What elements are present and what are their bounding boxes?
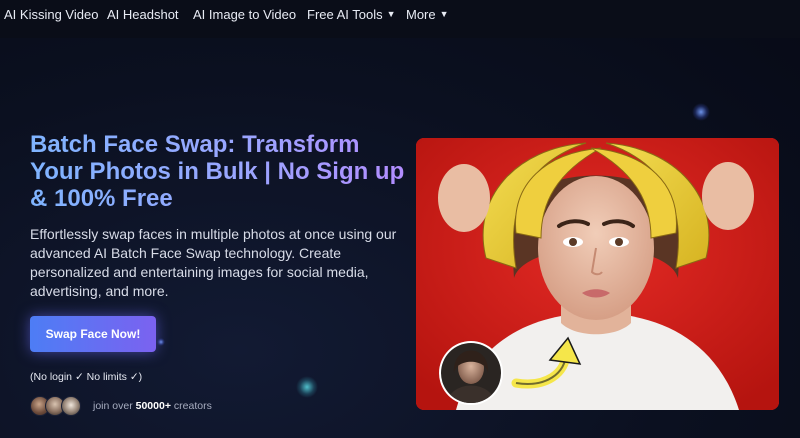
creator-avatars — [30, 396, 90, 416]
decorative-glow — [692, 103, 710, 121]
nav-item-ai-kissing-video[interactable]: AI Kissing Video — [4, 7, 98, 22]
nav-item-label: AI Headshot — [107, 7, 179, 22]
nav-item-label: AI Image to Video — [193, 7, 297, 22]
decorative-glow — [296, 376, 318, 398]
social-proof-suffix: creators — [173, 400, 212, 412]
avatar — [61, 396, 81, 416]
decorative-glow — [157, 338, 165, 346]
hero-image — [416, 138, 779, 410]
chevron-down-icon: ▼ — [439, 8, 449, 19]
no-login-note: (No login ✓ No limits ✓) — [30, 371, 143, 383]
nav-item-ai-headshot[interactable]: AI Headshot — [107, 7, 179, 22]
hero-title: Batch Face Swap: Transform Your Photos i… — [30, 131, 410, 212]
social-proof-prefix: join over — [93, 400, 133, 412]
chevron-down-icon: ▼ — [386, 8, 396, 19]
nav-item-label: More — [406, 7, 436, 22]
face-swap-illustration — [416, 138, 779, 410]
nav-item-label: AI Kissing Video — [4, 7, 99, 22]
nav-item-ai-image-to-video[interactable]: AI Image to Video — [193, 7, 296, 22]
nav-item-free-ai-tools[interactable]: Free AI Tools ▼ — [307, 7, 396, 22]
top-navigation: AI Kissing Video AI Headshot AI Image to… — [0, 0, 800, 38]
nav-item-more[interactable]: More ▼ — [406, 7, 449, 22]
creator-count: 50000+ — [135, 400, 171, 412]
social-proof-text: join over 50000+ creators — [93, 400, 212, 412]
hero-description: Effortlessly swap faces in multiple phot… — [30, 226, 397, 299]
nav-item-label: Free AI Tools — [307, 7, 383, 22]
swap-face-now-button[interactable]: Swap Face Now! — [30, 316, 156, 352]
